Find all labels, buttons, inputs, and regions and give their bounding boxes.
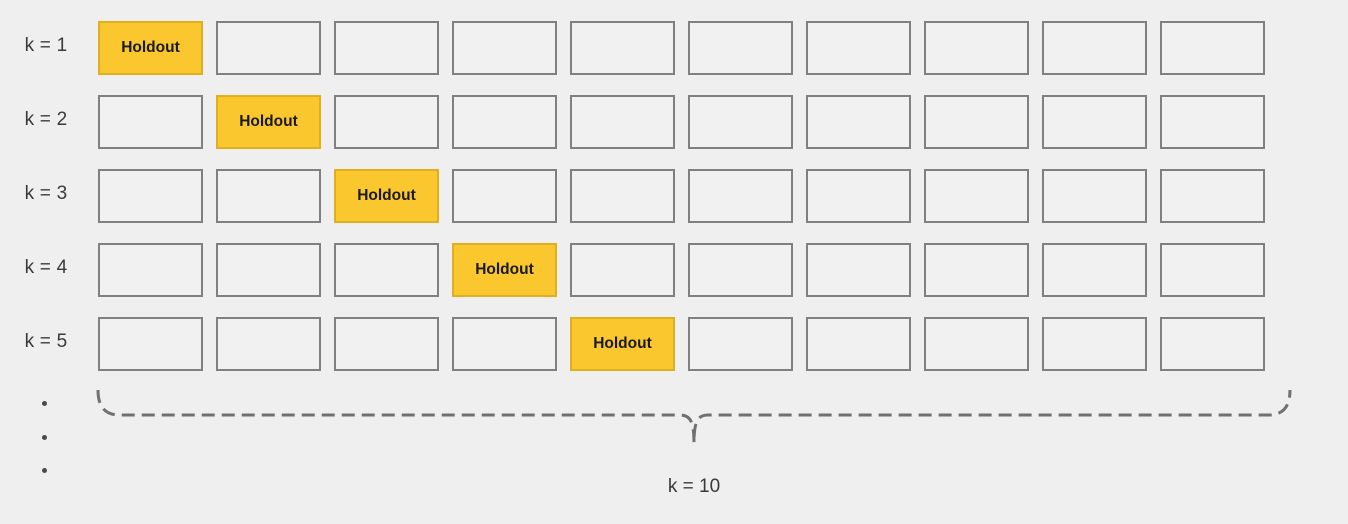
fold-cell-k2-col4 bbox=[452, 95, 557, 149]
holdout-cell-k4-col4: Holdout bbox=[452, 243, 557, 297]
row-label-k3: k = 3 bbox=[24, 183, 68, 204]
fold-cell-k2-col5 bbox=[570, 95, 675, 149]
fold-cell-k4-col8 bbox=[924, 243, 1029, 297]
fold-cell-k5-col6 bbox=[688, 317, 793, 371]
fold-cell-k1-col4 bbox=[452, 21, 557, 75]
fold-cell-k4-col9 bbox=[1042, 243, 1147, 297]
fold-cell-k5-col1 bbox=[98, 317, 203, 371]
cell-label: Holdout bbox=[593, 335, 652, 353]
fold-cell-k4-col5 bbox=[570, 243, 675, 297]
cell-label: Holdout bbox=[239, 113, 298, 131]
fold-cell-k4-col2 bbox=[216, 243, 321, 297]
holdout-cell-k1-col1: Holdout bbox=[98, 21, 203, 75]
fold-cell-k2-col3 bbox=[334, 95, 439, 149]
fold-cell-k4-col10 bbox=[1160, 243, 1265, 297]
fold-cell-k4-col3 bbox=[334, 243, 439, 297]
fold-cell-k3-col8 bbox=[924, 169, 1029, 223]
diagram-canvas: k = 1 k = 2 k = 3 k = 4 k = 5 Holdout Ho… bbox=[0, 0, 1348, 524]
fold-cell-k3-col4 bbox=[452, 169, 557, 223]
fold-cell-k1-col6 bbox=[688, 21, 793, 75]
fold-cell-k2-col9 bbox=[1042, 95, 1147, 149]
fold-cell-k1-col5 bbox=[570, 21, 675, 75]
row-label-k2: k = 2 bbox=[24, 109, 68, 130]
fold-cell-k3-col6 bbox=[688, 169, 793, 223]
fold-cell-k1-col3 bbox=[334, 21, 439, 75]
fold-cell-k2-col7 bbox=[806, 95, 911, 149]
brace-caption: k = 10 bbox=[667, 476, 721, 497]
cell-label: Holdout bbox=[475, 261, 534, 279]
fold-cell-k3-col5 bbox=[570, 169, 675, 223]
fold-cell-k3-col10 bbox=[1160, 169, 1265, 223]
holdout-cell-k5-col5: Holdout bbox=[570, 317, 675, 371]
holdout-cell-k3-col3: Holdout bbox=[334, 169, 439, 223]
fold-cell-k4-col6 bbox=[688, 243, 793, 297]
fold-cell-k3-col1 bbox=[98, 169, 203, 223]
fold-cell-k4-col7 bbox=[806, 243, 911, 297]
fold-cell-k2-col8 bbox=[924, 95, 1029, 149]
fold-cell-k5-col3 bbox=[334, 317, 439, 371]
fold-cell-k3-col2 bbox=[216, 169, 321, 223]
cell-label: Holdout bbox=[121, 39, 180, 57]
fold-cell-k3-col7 bbox=[806, 169, 911, 223]
fold-cell-k2-col6 bbox=[688, 95, 793, 149]
ellipsis-dot bbox=[42, 435, 47, 440]
fold-cell-k1-col10 bbox=[1160, 21, 1265, 75]
cell-label: Holdout bbox=[357, 187, 416, 205]
fold-cell-k3-col9 bbox=[1042, 169, 1147, 223]
row-label-k5: k = 5 bbox=[24, 331, 68, 352]
fold-cell-k4-col1 bbox=[98, 243, 203, 297]
row-label-k4: k = 4 bbox=[24, 257, 68, 278]
fold-cell-k2-col1 bbox=[98, 95, 203, 149]
fold-cell-k1-col2 bbox=[216, 21, 321, 75]
holdout-cell-k2-col2: Holdout bbox=[216, 95, 321, 149]
fold-cell-k5-col2 bbox=[216, 317, 321, 371]
fold-cell-k1-col9 bbox=[1042, 21, 1147, 75]
fold-cell-k5-col9 bbox=[1042, 317, 1147, 371]
row-label-k1: k = 1 bbox=[24, 35, 68, 56]
ellipsis-dot bbox=[42, 401, 47, 406]
fold-cell-k5-col10 bbox=[1160, 317, 1265, 371]
fold-cell-k1-col8 bbox=[924, 21, 1029, 75]
fold-cell-k5-col4 bbox=[452, 317, 557, 371]
fold-cell-k5-col7 bbox=[806, 317, 911, 371]
fold-cell-k2-col10 bbox=[1160, 95, 1265, 149]
brace-bracket bbox=[96, 389, 1292, 444]
ellipsis-dot bbox=[42, 468, 47, 473]
fold-cell-k1-col7 bbox=[806, 21, 911, 75]
fold-cell-k5-col8 bbox=[924, 317, 1029, 371]
